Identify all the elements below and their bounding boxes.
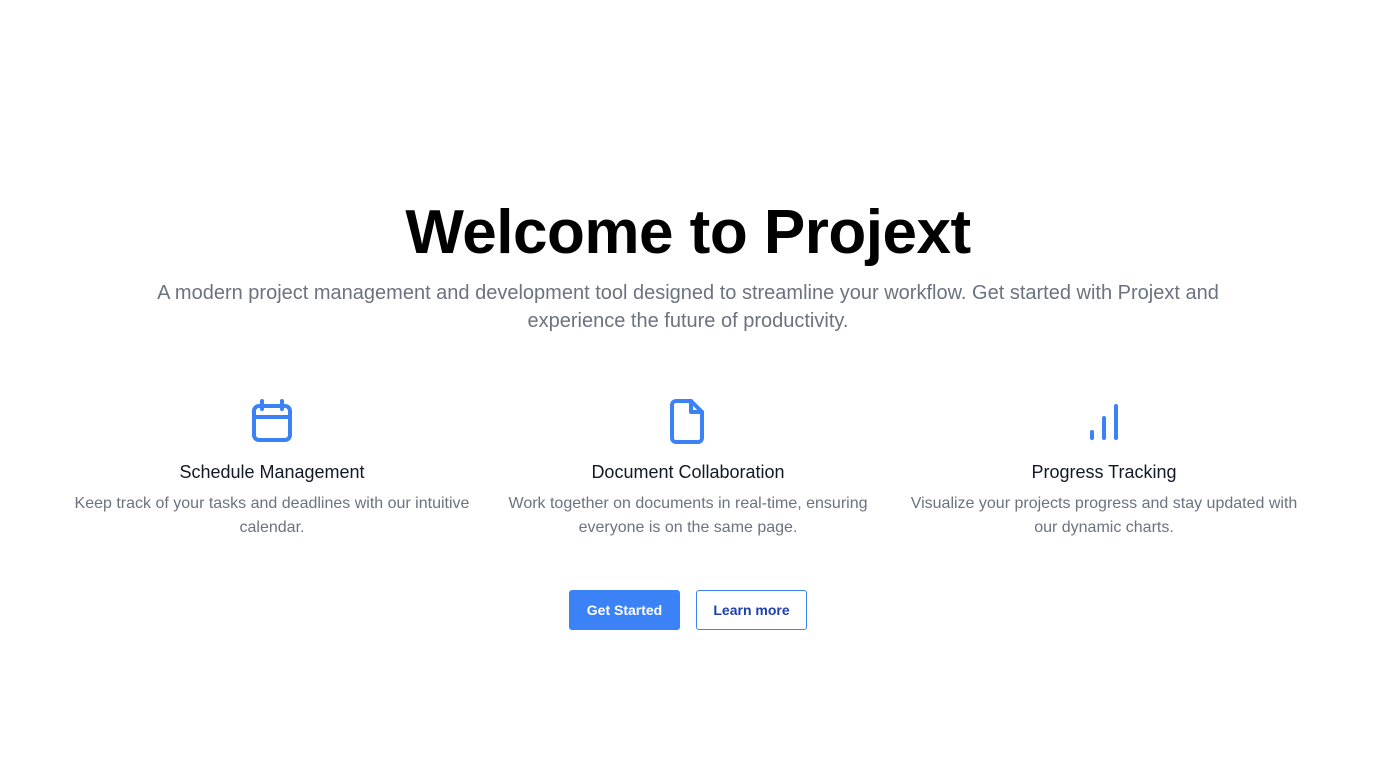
feature-description: Work together on documents in real-time,… [508, 495, 868, 536]
feature-title: Schedule Management [179, 462, 365, 482]
feature-title: Progress Tracking [1031, 462, 1177, 482]
features-section: Schedule Management Keep track of your t… [0, 398, 1376, 548]
calendar-icon [252, 399, 292, 442]
bar-chart-icon [1090, 404, 1118, 440]
document-icon [670, 399, 704, 444]
feature-description: Keep track of your tasks and deadlines w… [74, 495, 470, 536]
page-subtitle: A modern project management and developm… [157, 282, 1219, 332]
feature-title: Document Collaboration [591, 462, 785, 482]
page-title: Welcome to Projext [405, 198, 971, 267]
feature-description: Visualize your projects progress and sta… [910, 495, 1298, 536]
cta-buttons: Get Started Learn more [0, 590, 1376, 630]
feature-schedule-management: Schedule Management Keep track of your t… [72, 398, 472, 540]
learn-more-button[interactable]: Learn more [696, 590, 807, 630]
feature-progress-tracking: Progress Tracking Visualize your project… [904, 398, 1304, 540]
hero-section: Welcome to Projext A modern project mana… [0, 0, 1376, 768]
get-started-button[interactable]: Get Started [569, 590, 680, 630]
feature-document-collaboration: Document Collaboration Work together on … [488, 398, 888, 540]
